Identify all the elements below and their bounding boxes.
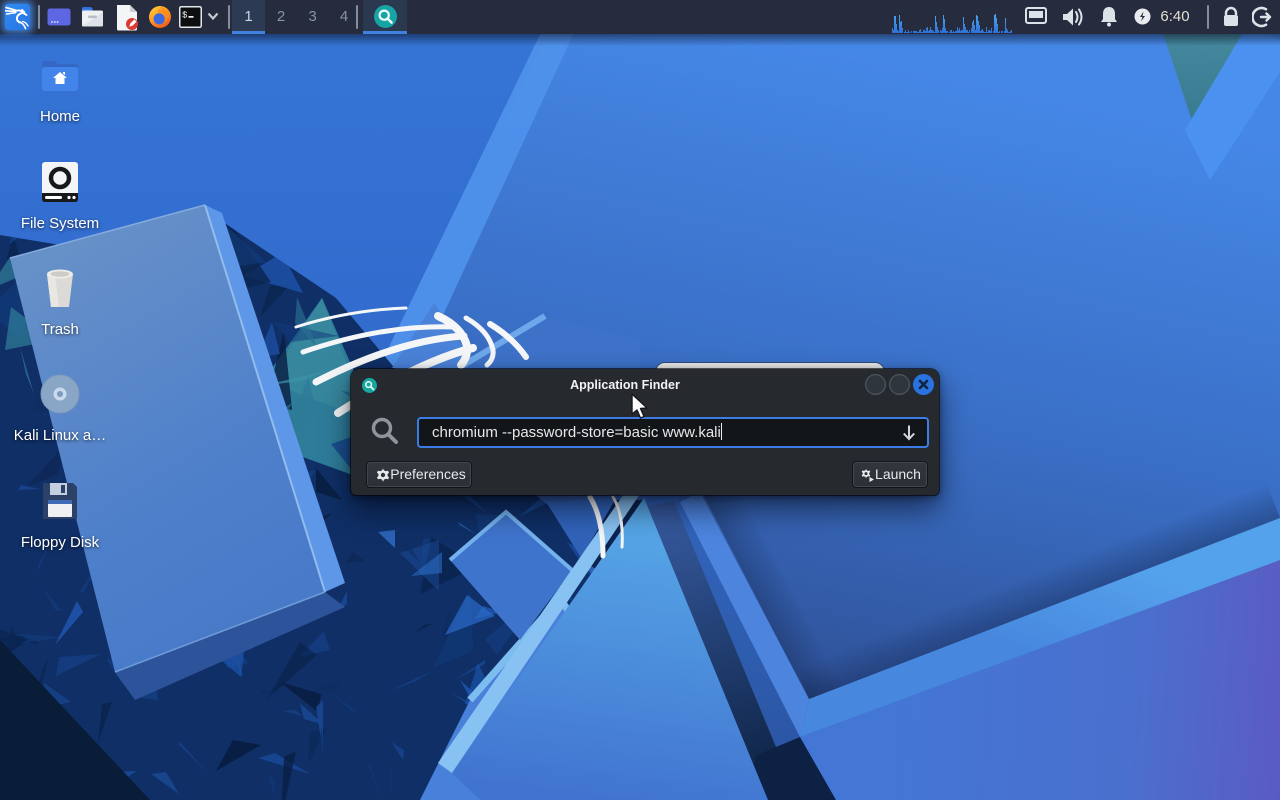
svg-text:$: $ bbox=[182, 11, 188, 21]
